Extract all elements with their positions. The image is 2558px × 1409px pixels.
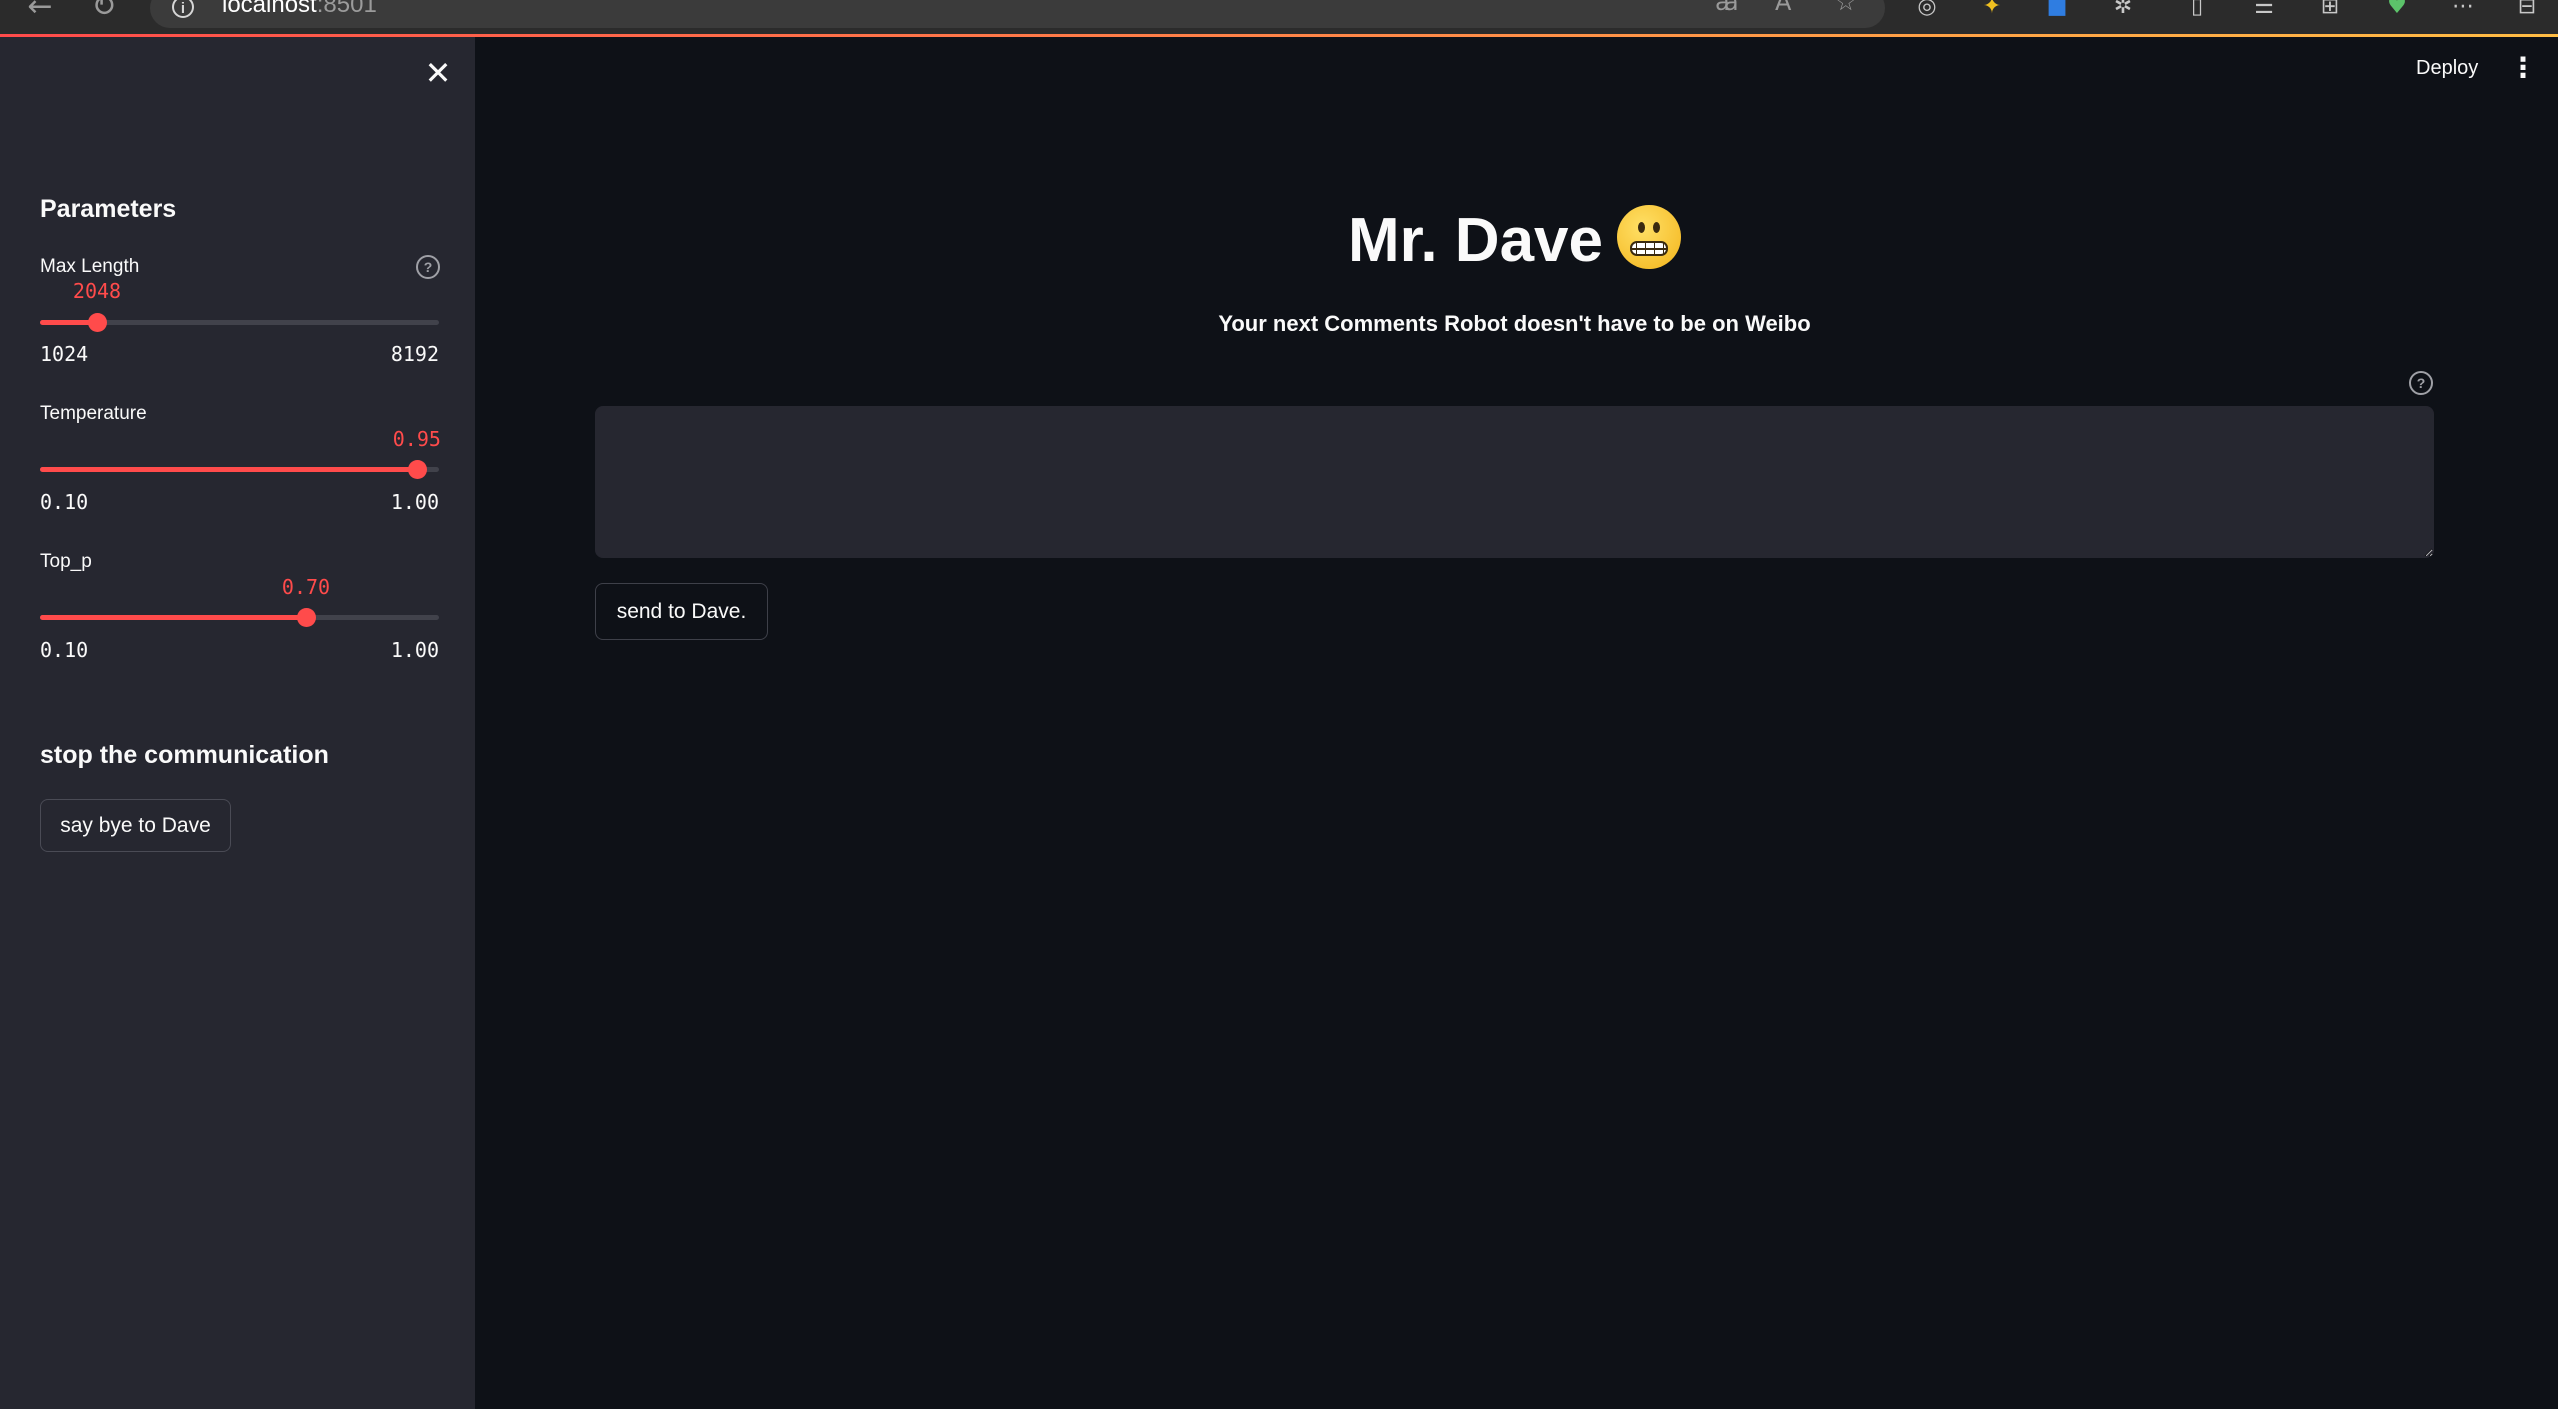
- slider-fill: [40, 615, 306, 620]
- slider-thumb[interactable]: [296, 608, 316, 627]
- parameters-heading: Parameters: [40, 195, 177, 223]
- favorite-star-icon[interactable]: ☆: [1835, 0, 1857, 16]
- main-menu-icon[interactable]: ⋮: [2509, 52, 2537, 84]
- slider-max-label: 1.00: [390, 490, 439, 514]
- sidebar: ✕ Parameters Max Length ? 2048 1024 8192…: [0, 37, 475, 1409]
- reading-view-icon[interactable]: A: [1775, 0, 1791, 16]
- page-subtitle: Your next Comments Robot doesn't have to…: [1218, 311, 1811, 336]
- max-length-slider[interactable]: 2048: [40, 279, 439, 332]
- slider-thumb[interactable]: [88, 313, 107, 332]
- url-text[interactable]: localhost:8501: [222, 0, 377, 19]
- deploy-button[interactable]: Deploy: [2416, 57, 2478, 80]
- slider-min-label: 0.10: [40, 638, 89, 662]
- extension-icon[interactable]: ◎: [1910, 0, 1944, 22]
- extension-icon[interactable]: ■: [2040, 0, 2074, 22]
- slider-max-label: 8192: [390, 342, 439, 366]
- extensions-puzzle-icon[interactable]: ✲: [2106, 0, 2140, 22]
- top-p-label: Top_p: [40, 551, 92, 572]
- stop-heading: stop the communication: [40, 741, 329, 769]
- slider-value: 0.95: [392, 427, 441, 451]
- split-screen-icon[interactable]: ▯: [2180, 0, 2214, 22]
- top-p-slider[interactable]: 0.70: [40, 575, 439, 627]
- reload-icon[interactable]: ↻: [84, 0, 124, 22]
- slider-value: 2048: [72, 279, 122, 303]
- slider-fill: [40, 467, 417, 472]
- back-icon[interactable]: ←: [20, 0, 60, 22]
- close-sidebar-icon[interactable]: ✕: [423, 57, 453, 89]
- browser-toolbar: ← ↻ i localhost:8501 ꜳ A ☆ ◎ ✦ ■ ✲ ▯ ☰ ⊞…: [0, 0, 2558, 35]
- collections-icon[interactable]: ⊞: [2313, 0, 2347, 22]
- title-text: Mr. Dave: [1347, 206, 1604, 275]
- page-title: Mr. Dave: [595, 205, 2434, 276]
- slider-max-label: 1.00: [390, 638, 439, 662]
- favorites-icon[interactable]: ☰: [2247, 0, 2281, 22]
- send-button[interactable]: send to Dave.: [595, 583, 768, 640]
- temperature-slider[interactable]: 0.95: [40, 427, 441, 479]
- address-bar[interactable]: i localhost:8501 ꜳ A ☆: [150, 0, 1885, 28]
- slider-value: 0.70: [281, 575, 331, 599]
- slider-min-label: 1024: [40, 342, 89, 366]
- help-icon[interactable]: ?: [416, 255, 440, 279]
- performance-icon[interactable]: ♥: [2380, 0, 2414, 22]
- read-aloud-icon[interactable]: ꜳ: [1715, 0, 1739, 16]
- slider-min-label: 0.10: [40, 490, 89, 514]
- slider-thumb[interactable]: [407, 460, 427, 479]
- message-input[interactable]: [595, 406, 2434, 558]
- site-info-icon[interactable]: i: [172, 0, 194, 18]
- help-icon[interactable]: ?: [2409, 371, 2433, 395]
- max-length-label: Max Length: [40, 256, 140, 277]
- say-bye-button[interactable]: say bye to Dave: [40, 799, 231, 852]
- sidebar-icon[interactable]: ⊟: [2510, 0, 2544, 22]
- temperature-label: Temperature: [40, 403, 147, 424]
- more-icon[interactable]: ⋯: [2446, 0, 2480, 22]
- grimacing-face-icon: [1617, 205, 1682, 269]
- extension-icon[interactable]: ✦: [1975, 0, 2009, 22]
